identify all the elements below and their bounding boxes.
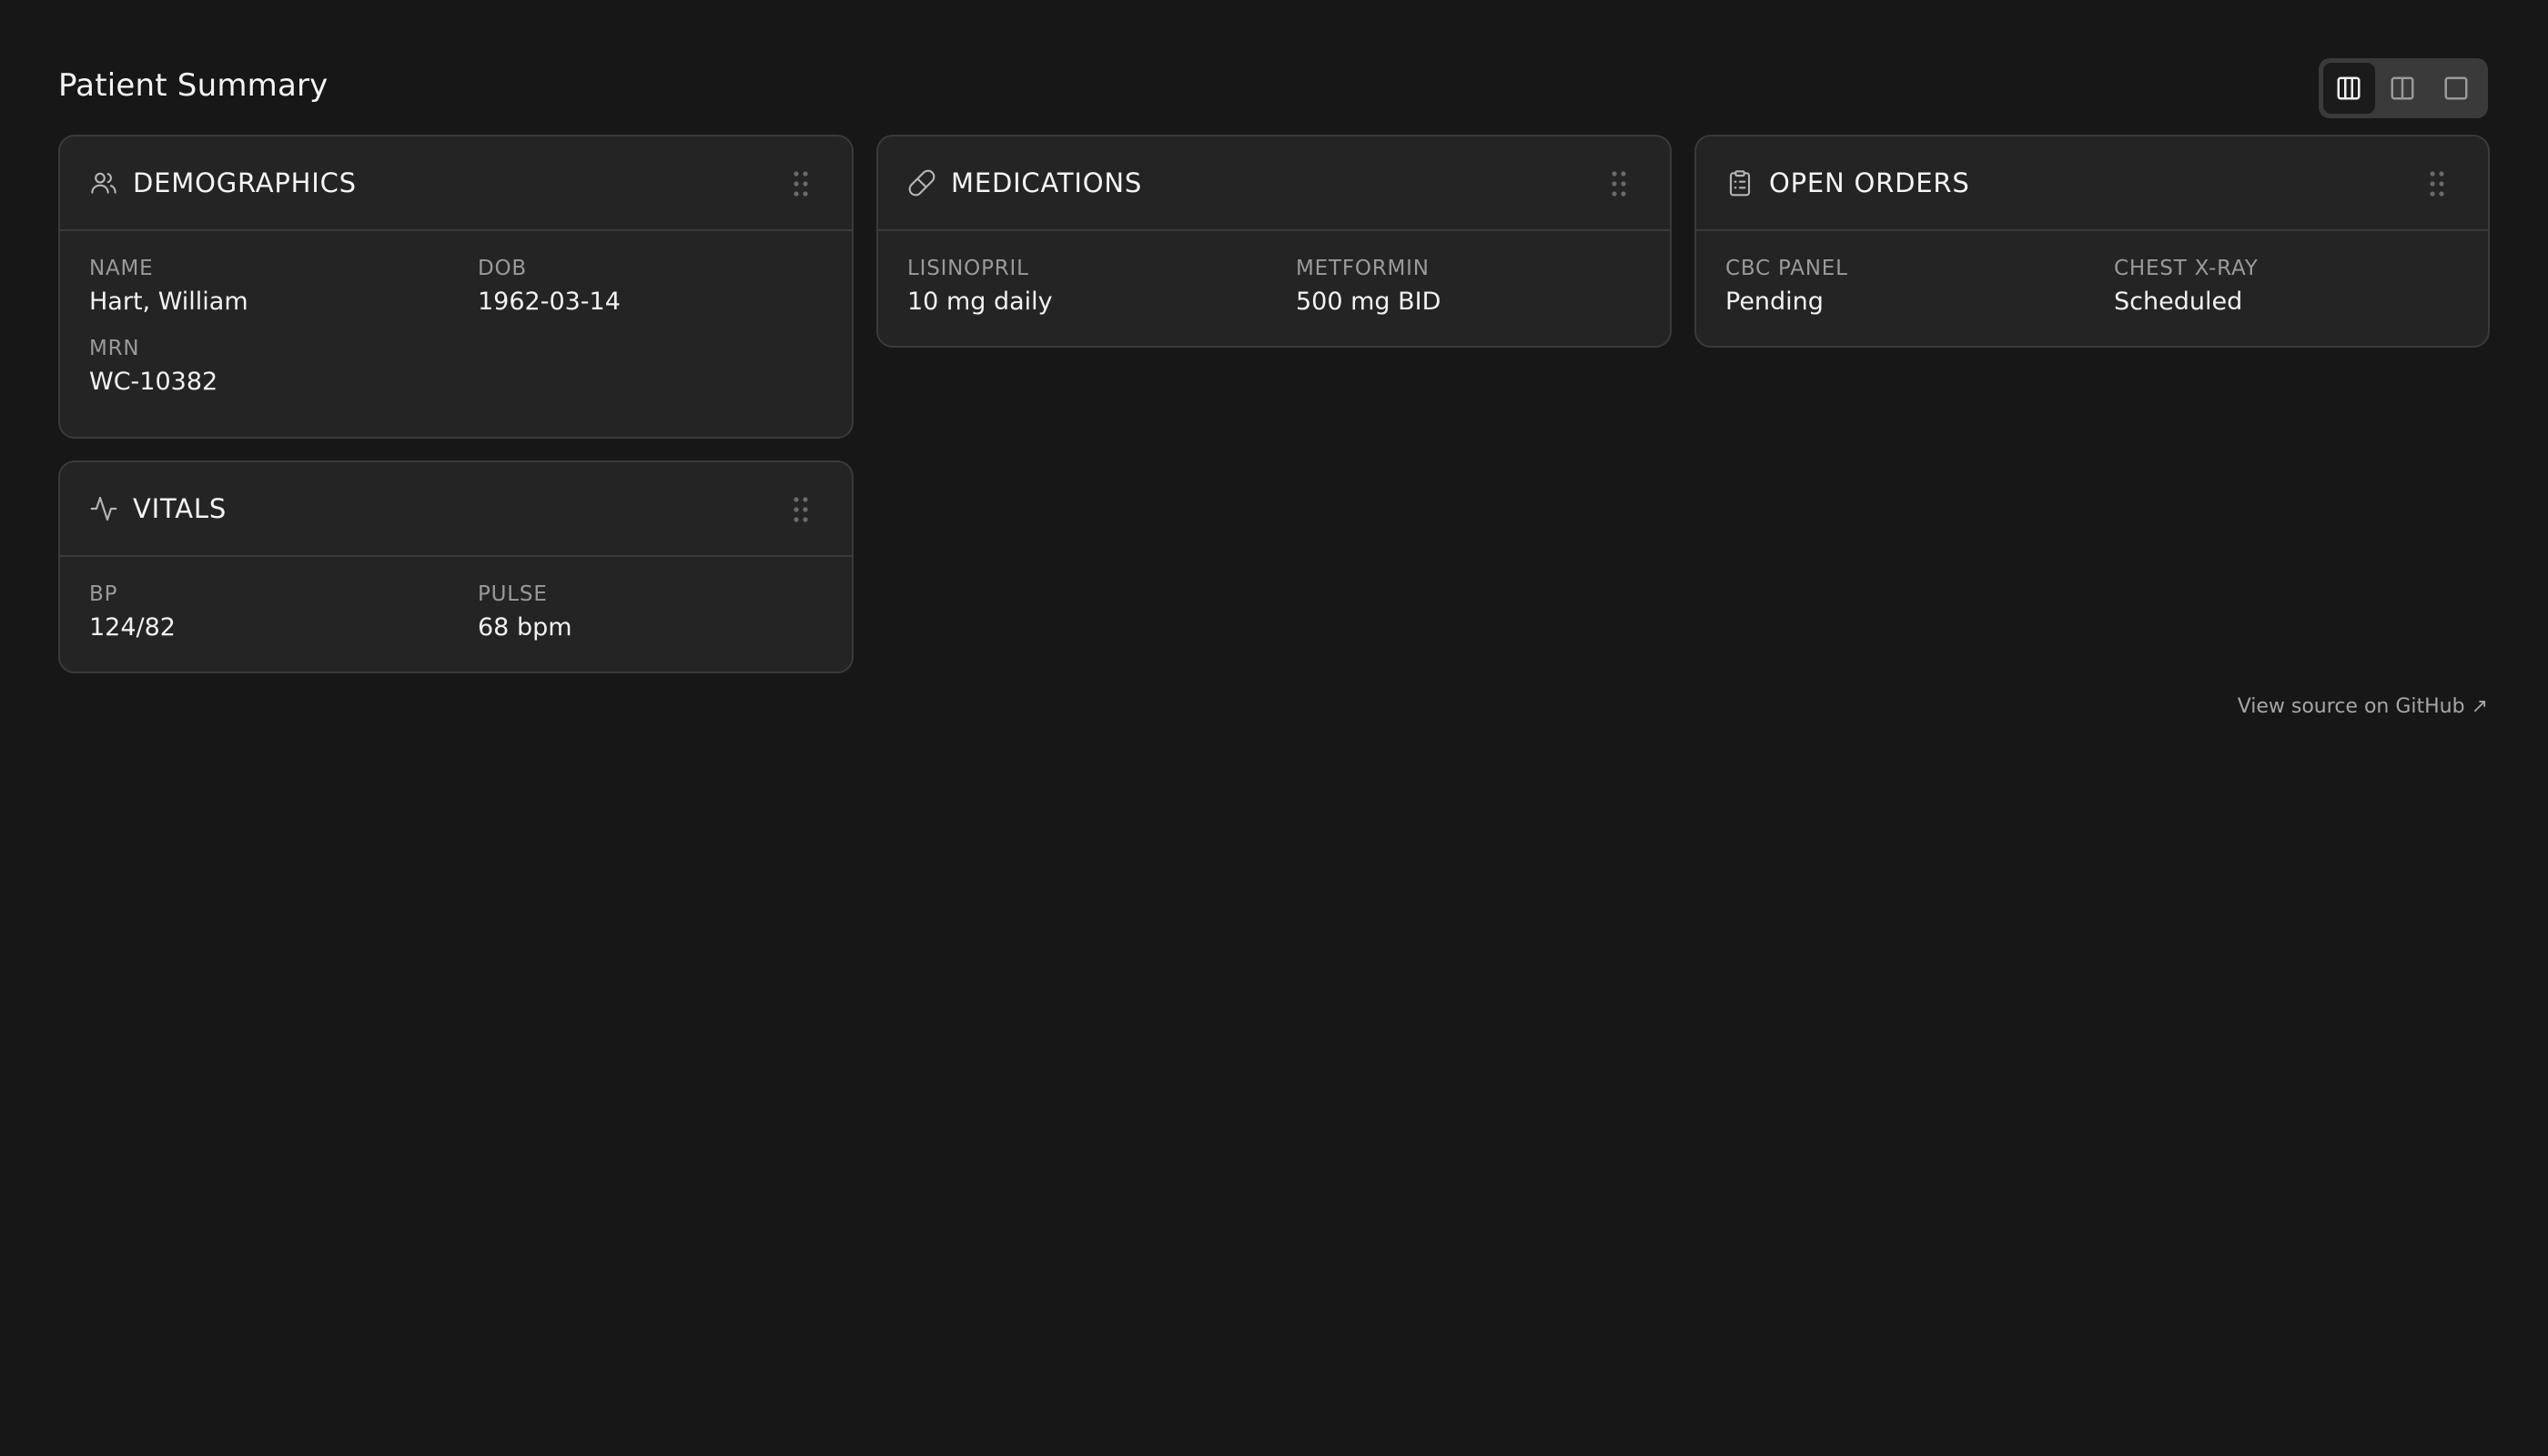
two-column-icon	[2391, 76, 2414, 100]
field-label: BP	[89, 582, 118, 606]
single-column-icon	[2444, 76, 2468, 100]
two-column-layout-button[interactable]	[2377, 63, 2429, 114]
page: Patient Summary DEMOGRAPHICS NAME Hart, …	[0, 0, 2548, 1456]
card-body: NAME Hart, William DOB 1962-03-14 MRN WC…	[60, 231, 852, 399]
users-icon	[89, 168, 118, 197]
card-header: DEMOGRAPHICS	[60, 136, 852, 231]
card-body: LISINOPRIL 10 mg daily METFORMIN 500 mg …	[878, 231, 1670, 318]
vitals-card: VITALS BP 124/82 PULSE 68 bpm	[58, 460, 854, 673]
field-pulse: PULSE 68 bpm	[478, 581, 823, 644]
drag-handle-icon[interactable]	[2428, 170, 2446, 197]
demographics-card: DEMOGRAPHICS NAME Hart, William DOB 1962…	[58, 135, 854, 439]
field-cbc-panel: CBC PANEL Pending	[1725, 255, 2114, 318]
activity-icon	[89, 494, 118, 523]
field-mrn: MRN WC-10382	[89, 335, 478, 399]
single-column-layout-button[interactable]	[2430, 63, 2482, 114]
field-label: CHEST X-RAY	[2114, 257, 2259, 280]
card-title: VITALS	[133, 493, 228, 524]
field-value: Hart, William	[89, 288, 248, 316]
field-value: 500 mg BID	[1296, 288, 1441, 316]
field-value: 1962-03-14	[478, 288, 621, 316]
layout-toggle	[2319, 58, 2488, 118]
field-value: WC-10382	[89, 368, 218, 396]
field-metformin: METFORMIN 500 mg BID	[1296, 255, 1641, 318]
three-column-layout-button[interactable]	[2323, 63, 2375, 114]
card-header: VITALS	[60, 462, 852, 557]
page-title: Patient Summary	[58, 67, 329, 104]
github-source-link[interactable]: View source on GitHub ↗	[2238, 695, 2488, 718]
field-value: 124/82	[89, 613, 176, 642]
card-header: MEDICATIONS	[878, 136, 1670, 231]
field-bp: BP 124/82	[89, 581, 478, 644]
field-value: Scheduled	[2114, 288, 2243, 316]
open-orders-card: OPEN ORDERS CBC PANEL Pending CHEST X-RA…	[1694, 135, 2490, 348]
card-header: OPEN ORDERS	[1696, 136, 2488, 231]
drag-handle-icon[interactable]	[792, 170, 810, 197]
drag-handle-icon[interactable]	[1610, 170, 1628, 197]
field-label: CBC PANEL	[1725, 257, 1848, 280]
card-body: CBC PANEL Pending CHEST X-RAY Scheduled	[1696, 231, 2488, 318]
drag-handle-icon[interactable]	[792, 496, 810, 523]
field-label: MRN	[89, 337, 140, 360]
field-name: NAME Hart, William	[89, 255, 478, 318]
card-title: OPEN ORDERS	[1769, 167, 1970, 198]
card-body: BP 124/82 PULSE 68 bpm	[60, 557, 852, 644]
field-dob: DOB 1962-03-14	[478, 255, 823, 318]
medications-card: MEDICATIONS LISINOPRIL 10 mg daily METFO…	[876, 135, 1672, 348]
field-chest-x-ray: CHEST X-RAY Scheduled	[2114, 255, 2459, 318]
field-label: DOB	[478, 257, 527, 280]
card-title: DEMOGRAPHICS	[133, 167, 357, 198]
clipboard-icon	[1725, 168, 1754, 197]
field-value: Pending	[1725, 288, 1824, 316]
field-label: LISINOPRIL	[907, 257, 1029, 280]
field-label: PULSE	[478, 582, 548, 606]
field-value: 68 bpm	[478, 613, 572, 642]
field-value: 10 mg daily	[907, 288, 1053, 316]
three-column-icon	[2337, 76, 2361, 100]
field-label: NAME	[89, 257, 154, 280]
pill-icon	[907, 168, 936, 197]
field-lisinopril: LISINOPRIL 10 mg daily	[907, 255, 1296, 318]
field-label: METFORMIN	[1296, 257, 1430, 280]
card-title: MEDICATIONS	[951, 167, 1143, 198]
